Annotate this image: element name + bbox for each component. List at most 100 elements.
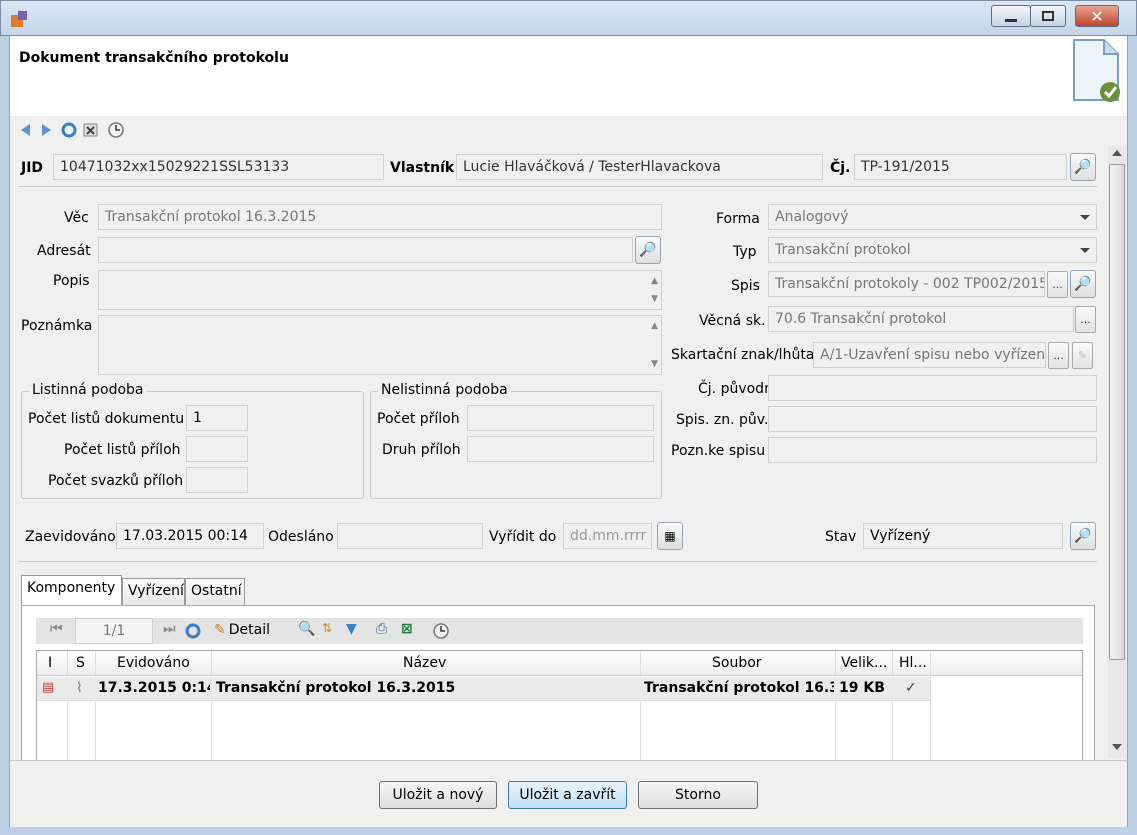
druh-priloh-label: Druh příloh <box>382 442 461 458</box>
tab-ostatni[interactable]: Ostatní <box>185 578 245 605</box>
page-title: Dokument transakčního protokolu <box>19 50 289 66</box>
dialog-body: JID 10471032xx15029221SSL53133 Vlastník … <box>9 116 1128 761</box>
minimize-icon <box>1005 18 1017 22</box>
pozn-ke-spisu-field[interactable] <box>768 437 1097 463</box>
page-input[interactable]: 1/1 <box>75 618 153 644</box>
col-velikost[interactable]: Velik... <box>841 655 887 671</box>
col-i[interactable]: I <box>48 655 52 671</box>
pocet-svazku-field[interactable] <box>186 467 248 493</box>
col-s[interactable]: S <box>76 655 85 671</box>
spis-zn-label: Spis. zn. pův. <box>676 412 769 428</box>
components-table: I S Evidováno Název Soubor Velik... Hl..… <box>36 650 1083 761</box>
minimize-button[interactable] <box>991 5 1031 27</box>
vyridit-field[interactable]: dd.mm.rrrr <box>563 523 652 549</box>
stav-field[interactable]: Vyřízený <box>863 523 1063 549</box>
pencil-icon: ✎ <box>1077 349 1088 362</box>
cell-nazev: Transakční protokol 16.3.2015 <box>216 680 456 696</box>
col-nazev[interactable]: Název <box>403 655 446 671</box>
spis-search-button[interactable]: 🔎 <box>1070 270 1096 298</box>
refresh-icon[interactable] <box>184 622 202 640</box>
scrollbar-thumb[interactable] <box>1109 164 1125 660</box>
save-close-button[interactable]: Uložit a zavřít <box>508 781 627 809</box>
odeslano-field[interactable] <box>337 523 483 549</box>
vec-label: Věc <box>64 210 89 226</box>
zaevid-field[interactable]: 17.03.2015 00:14 <box>116 523 264 549</box>
adresat-field[interactable] <box>98 237 633 263</box>
scroll-up-icon[interactable] <box>1112 150 1122 156</box>
pocet-priloh-field[interactable] <box>467 405 654 431</box>
history-icon[interactable] <box>107 121 125 139</box>
save-new-button[interactable]: Uložit a nový <box>379 781 497 809</box>
adresat-search-button[interactable]: 🔎 <box>635 236 661 264</box>
pocet-listu-priloh-label: Počet listů příloh <box>64 442 181 458</box>
pozn-ke-spisu-label: Pozn.ke spisu <box>671 443 766 459</box>
tab-strip: Komponenty Vyřízení Ostatní <box>21 575 251 606</box>
cell-velikost: 19 KB <box>839 680 885 696</box>
listinna-title: Listinná podoba <box>29 382 147 398</box>
adresat-label: Adresát <box>37 243 91 259</box>
divider <box>19 186 1097 187</box>
skart-field[interactable]: A/1-Uzavření spisu nebo vyřízení d <box>813 342 1046 368</box>
first-page-icon[interactable]: ⏮ <box>50 621 63 637</box>
cell-evidovano: 17.3.2015 0:14:0 <box>98 680 210 696</box>
tab-vyrizeni[interactable]: Vyřízení <box>122 578 185 605</box>
history-icon[interactable] <box>432 622 450 640</box>
tab-komponenty[interactable]: Komponenty <box>21 575 122 605</box>
scrollbar[interactable] <box>1108 146 1126 758</box>
poznamka-textarea[interactable]: ▲ ▼ <box>98 315 662 375</box>
spis-browse-button[interactable]: ... <box>1047 271 1068 298</box>
back-icon[interactable] <box>17 121 35 139</box>
scroll-up-icon[interactable]: ▲ <box>651 276 658 286</box>
close-icon: ✕ <box>1090 6 1104 26</box>
cell-soubor: Transakční protokol 16.3.20 <box>644 680 834 696</box>
spis-zn-field[interactable] <box>768 406 1097 432</box>
cj-label: Čj. <box>830 160 851 176</box>
search-icon[interactable]: 🔍 <box>298 621 315 637</box>
calendar-button[interactable]: ▦ <box>657 522 683 550</box>
druh-priloh-field[interactable] <box>467 436 654 462</box>
vecna-field[interactable]: 70.6 Transakční protokol <box>768 306 1074 332</box>
export-icon[interactable] <box>82 121 100 139</box>
maximize-button[interactable] <box>1030 5 1066 27</box>
filter-icon[interactable]: ▼ <box>346 621 357 637</box>
stav-search-button[interactable]: 🔎 <box>1070 522 1096 550</box>
cancel-button[interactable]: Storno <box>638 781 758 809</box>
skart-edit-button[interactable]: ✎ <box>1072 342 1093 369</box>
scroll-down-icon[interactable] <box>1112 744 1122 750</box>
tab-panel: ⏮ 1/1 ⏭ ✎ Detail 🔍 ⇅ ▼ ⎙ ⊠ I S Evidováno … <box>21 605 1095 761</box>
sort-icon[interactable]: ⇅ <box>322 621 332 635</box>
spis-label: Spis <box>731 278 760 294</box>
cj-field[interactable]: TP-191/2015 <box>854 154 1067 180</box>
chevron-down-icon <box>1080 215 1090 220</box>
cj-puvodni-field[interactable] <box>768 375 1097 401</box>
cj-search-button[interactable]: 🔎 <box>1070 153 1096 181</box>
last-page-icon[interactable]: ⏭ <box>163 621 176 637</box>
scroll-up-icon[interactable]: ▲ <box>651 321 658 331</box>
pocet-listu-priloh-field[interactable] <box>186 436 248 462</box>
detail-button[interactable]: ✎ Detail <box>214 622 270 638</box>
excel-icon[interactable]: ⊠ <box>401 621 413 637</box>
scroll-down-icon[interactable]: ▼ <box>651 294 658 304</box>
attachment-icon: ⌇ <box>76 680 83 696</box>
jid-field[interactable]: 10471032xx15029221SSL53133 <box>53 154 384 180</box>
col-soubor[interactable]: Soubor <box>712 655 762 671</box>
owner-field[interactable]: Lucie Hlaváčková / TesterHlavackova <box>456 154 823 180</box>
col-hl[interactable]: Hl... <box>899 655 927 671</box>
cj-puvodni-label: Čj. původní <box>698 381 777 397</box>
forma-select[interactable]: Analogový <box>768 204 1097 230</box>
vec-field[interactable]: Transakční protokol 16.3.2015 <box>98 204 662 230</box>
forward-icon[interactable] <box>37 121 55 139</box>
vecna-browse-button[interactable]: ... <box>1075 306 1096 333</box>
refresh-icon[interactable] <box>60 121 78 139</box>
skart-browse-button[interactable]: ... <box>1048 342 1069 369</box>
close-button[interactable]: ✕ <box>1075 5 1119 27</box>
typ-select[interactable]: Transakční protokol <box>768 237 1097 263</box>
table-row[interactable]: ▤ ⌇ 17.3.2015 0:14:0 Transakční protokol… <box>37 677 930 701</box>
scroll-down-icon[interactable]: ▼ <box>651 359 658 369</box>
spis-field[interactable]: Transakční protokoly - 002 TP002/2015 <box>768 271 1045 297</box>
window-titlebar[interactable]: ✕ <box>0 0 1137 36</box>
pocet-listu-field[interactable]: 1 <box>186 405 248 431</box>
print-icon[interactable]: ⎙ <box>376 621 387 637</box>
col-evidovano[interactable]: Evidováno <box>117 655 190 671</box>
popis-textarea[interactable]: ▲ ▼ <box>98 270 662 310</box>
